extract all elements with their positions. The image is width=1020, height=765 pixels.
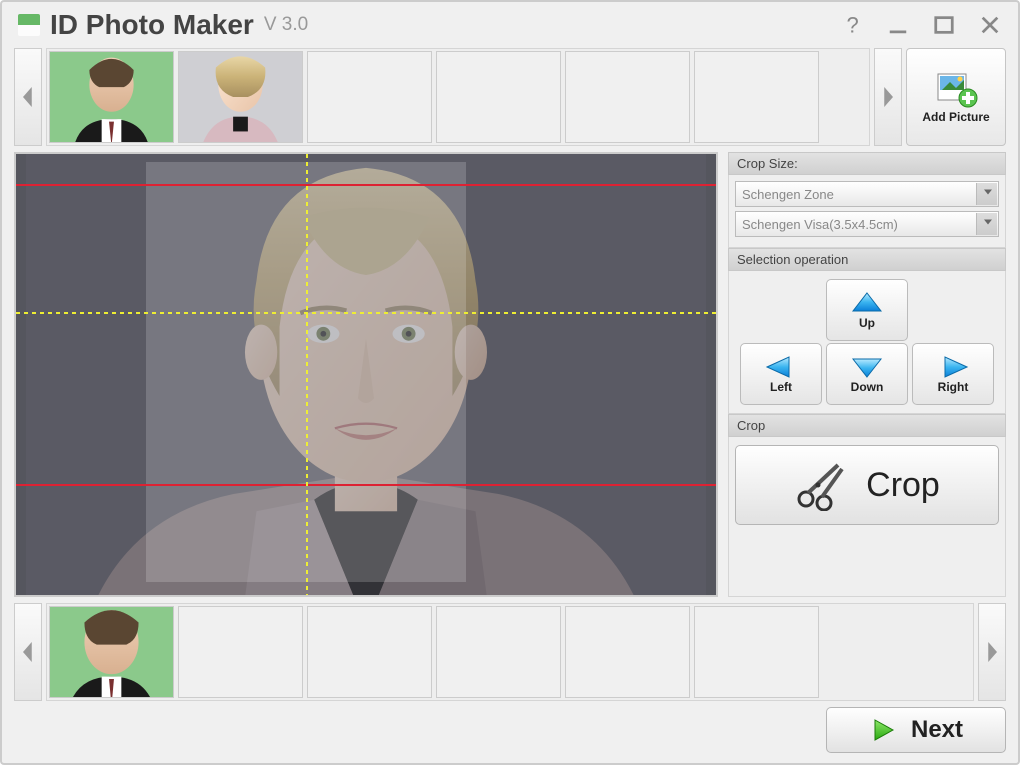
source-thumb-empty[interactable] <box>694 51 819 143</box>
maximize-button[interactable] <box>930 11 958 39</box>
move-up-button[interactable]: Up <box>826 279 908 341</box>
result-thumbstrip <box>14 603 1006 701</box>
crop-button-label: Crop <box>866 466 940 505</box>
zone-select-value: Schengen Zone <box>742 187 834 202</box>
titlebar: ID Photo Maker V 3.0 ? <box>2 2 1018 48</box>
source-scroll-right[interactable] <box>874 48 902 146</box>
add-picture-button[interactable]: Add Picture <box>906 48 1006 146</box>
close-button[interactable] <box>976 11 1004 39</box>
scissors-icon <box>794 459 846 511</box>
chevron-right-icon <box>985 642 999 662</box>
result-thumbs <box>46 603 974 701</box>
zone-select[interactable]: Schengen Zone <box>735 181 999 207</box>
source-thumb-empty[interactable] <box>565 51 690 143</box>
result-scroll-right[interactable] <box>978 603 1006 701</box>
source-thumb-empty[interactable] <box>307 51 432 143</box>
side-panel: Crop Size: Schengen Zone Schengen Visa(3… <box>728 152 1006 597</box>
source-thumb-2[interactable] <box>178 51 303 143</box>
source-scroll-left[interactable] <box>14 48 42 146</box>
format-select-value: Schengen Visa(3.5x4.5cm) <box>742 217 898 232</box>
chevron-right-icon <box>881 87 895 107</box>
source-thumb-1[interactable] <box>49 51 174 143</box>
result-scroll-left[interactable] <box>14 603 42 701</box>
dropdown-icon <box>984 190 992 199</box>
help-button[interactable]: ? <box>838 11 866 39</box>
bottom-guide <box>16 484 716 486</box>
source-thumb-empty[interactable] <box>436 51 561 143</box>
result-thumb-empty[interactable] <box>436 606 561 698</box>
format-select[interactable]: Schengen Visa(3.5x4.5cm) <box>735 211 999 237</box>
minimize-icon <box>887 14 909 36</box>
source-thumbstrip: Add Picture <box>14 48 1006 146</box>
crop-button[interactable]: Crop <box>735 445 999 525</box>
next-label: Next <box>911 716 963 744</box>
svg-text:?: ? <box>847 14 859 36</box>
arrow-up-icon <box>851 290 883 316</box>
top-guide <box>16 184 716 186</box>
arrow-down-icon <box>851 354 883 380</box>
move-left-button[interactable]: Left <box>740 343 822 405</box>
result-thumb-empty[interactable] <box>694 606 819 698</box>
eye-line <box>16 312 716 314</box>
crop-section-header: Crop <box>728 414 1006 437</box>
next-button[interactable]: Next <box>826 707 1006 753</box>
dpad: Up Left Down <box>735 277 999 407</box>
selection-op-header: Selection operation <box>728 248 1006 271</box>
app-window: ID Photo Maker V 3.0 ? <box>0 0 1020 765</box>
crop-canvas[interactable] <box>14 152 718 597</box>
app-icon <box>16 12 42 38</box>
chevron-left-icon <box>21 642 35 662</box>
result-thumb-empty[interactable] <box>565 606 690 698</box>
close-icon <box>979 14 1001 36</box>
minimize-button[interactable] <box>884 11 912 39</box>
result-thumb-empty[interactable] <box>307 606 432 698</box>
move-down-button[interactable]: Down <box>826 343 908 405</box>
app-version: V 3.0 <box>264 14 308 36</box>
result-thumb-1[interactable] <box>49 606 174 698</box>
result-thumb-empty[interactable] <box>178 606 303 698</box>
chevron-left-icon <box>21 87 35 107</box>
source-thumbs <box>46 48 870 146</box>
arrow-left-icon <box>765 354 797 380</box>
arrow-right-icon <box>937 354 969 380</box>
add-picture-label: Add Picture <box>922 110 989 124</box>
move-right-button[interactable]: Right <box>912 343 994 405</box>
add-picture-icon <box>934 70 978 108</box>
help-icon: ? <box>841 14 863 36</box>
dropdown-icon <box>984 220 992 229</box>
app-title: ID Photo Maker <box>50 9 254 41</box>
center-line <box>306 154 308 595</box>
maximize-icon <box>933 14 955 36</box>
play-icon <box>869 716 897 744</box>
crop-size-header: Crop Size: <box>728 152 1006 175</box>
